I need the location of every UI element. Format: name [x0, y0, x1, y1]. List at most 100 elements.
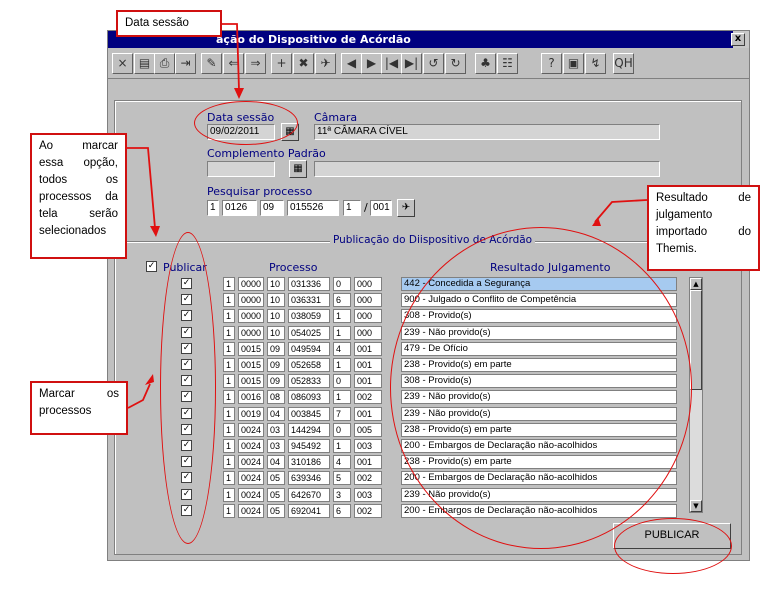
- processo-cell[interactable]: 08: [267, 390, 285, 405]
- processo-cell[interactable]: 0024: [238, 439, 264, 453]
- toolbar-button-11[interactable]: ◀: [341, 53, 362, 74]
- toolbar-button-3[interactable]: ⎙: [154, 53, 175, 74]
- toolbar-button-15[interactable]: ↺: [423, 53, 444, 74]
- processo-cell[interactable]: 1: [223, 293, 235, 308]
- processo-cell[interactable]: 4: [333, 341, 351, 356]
- processo-cell[interactable]: 1: [223, 422, 235, 437]
- processo-cell[interactable]: 639346: [288, 471, 330, 486]
- toolbar-button-17[interactable]: ♣: [475, 53, 496, 74]
- toolbar-button-9[interactable]: ✖: [293, 53, 314, 74]
- processo-cell[interactable]: 09: [267, 341, 285, 356]
- processo-cell[interactable]: 1: [223, 439, 235, 453]
- pesquisar-button[interactable]: ✈: [397, 199, 415, 217]
- processo-cell[interactable]: 000: [354, 277, 382, 291]
- close-button[interactable]: x: [731, 33, 745, 46]
- toolbar-button-7[interactable]: ⇒: [245, 53, 266, 74]
- processo-cell[interactable]: 5: [333, 471, 351, 486]
- processo-cell[interactable]: 005: [354, 422, 382, 437]
- processo-cell[interactable]: 031336: [288, 277, 330, 291]
- processo-cell[interactable]: 0: [333, 374, 351, 389]
- processo-cell[interactable]: 086093: [288, 390, 330, 405]
- processo-cell[interactable]: 1: [223, 487, 235, 502]
- processo-cell[interactable]: 0015: [238, 341, 264, 356]
- processo-cell[interactable]: 09: [267, 374, 285, 389]
- toolbar-button-6[interactable]: ⇐: [223, 53, 244, 74]
- processo-cell[interactable]: 1: [333, 325, 351, 340]
- toolbar-button-5[interactable]: ✎: [201, 53, 222, 74]
- processo-cell[interactable]: 1: [333, 390, 351, 405]
- pesq-field-6[interactable]: 001: [370, 200, 392, 216]
- processo-cell[interactable]: 1: [333, 309, 351, 324]
- processo-cell[interactable]: 7: [333, 406, 351, 421]
- processo-cell[interactable]: 1: [223, 390, 235, 405]
- processo-cell[interactable]: 642670: [288, 487, 330, 502]
- processo-cell[interactable]: 10: [267, 325, 285, 340]
- processo-cell[interactable]: 10: [267, 309, 285, 324]
- processo-cell[interactable]: 0024: [238, 471, 264, 486]
- complemento-lookup-button[interactable]: ▦: [289, 160, 307, 178]
- processo-cell[interactable]: 0015: [238, 358, 264, 372]
- processo-cell[interactable]: 001: [354, 455, 382, 470]
- toolbar-button-19[interactable]: ?: [541, 53, 562, 74]
- processo-cell[interactable]: 001: [354, 341, 382, 356]
- processo-cell[interactable]: 002: [354, 390, 382, 405]
- pesq-field-2[interactable]: 0126: [222, 200, 257, 216]
- processo-cell[interactable]: 05: [267, 487, 285, 502]
- processo-cell[interactable]: 003: [354, 439, 382, 453]
- processo-cell[interactable]: 0000: [238, 309, 264, 324]
- processo-cell[interactable]: 052833: [288, 374, 330, 389]
- toolbar-button-20[interactable]: ▣: [563, 53, 584, 74]
- processo-cell[interactable]: 1: [333, 439, 351, 453]
- toolbar-button-8[interactable]: +: [271, 53, 292, 74]
- processo-cell[interactable]: 054025: [288, 325, 330, 340]
- processo-cell[interactable]: 0015: [238, 374, 264, 389]
- processo-cell[interactable]: 03: [267, 439, 285, 453]
- processo-cell[interactable]: 1: [333, 358, 351, 372]
- toolbar-button-16[interactable]: ↻: [445, 53, 466, 74]
- processo-cell[interactable]: 1: [223, 374, 235, 389]
- processo-cell[interactable]: 003845: [288, 406, 330, 421]
- processo-cell[interactable]: 0: [333, 277, 351, 291]
- toolbar-button-22[interactable]: QH: [613, 53, 634, 74]
- toolbar-button-18[interactable]: ☷: [497, 53, 518, 74]
- processo-cell[interactable]: 000: [354, 325, 382, 340]
- processo-cell[interactable]: 945492: [288, 439, 330, 453]
- processo-cell[interactable]: 6: [333, 293, 351, 308]
- processo-cell[interactable]: 0000: [238, 293, 264, 308]
- processo-cell[interactable]: 09: [267, 358, 285, 372]
- processo-cell[interactable]: 0000: [238, 325, 264, 340]
- toolbar-button-21[interactable]: ↯: [585, 53, 606, 74]
- pesq-field-4[interactable]: 015526: [287, 200, 339, 216]
- processo-cell[interactable]: 144294: [288, 422, 330, 437]
- select-all-checkbox[interactable]: ✓: [146, 261, 157, 272]
- pesq-field-1[interactable]: 1: [207, 200, 219, 216]
- processo-cell[interactable]: 1: [223, 406, 235, 421]
- processo-cell[interactable]: 692041: [288, 503, 330, 518]
- processo-cell[interactable]: 0019: [238, 406, 264, 421]
- processo-cell[interactable]: 1: [223, 358, 235, 372]
- processo-cell[interactable]: 04: [267, 455, 285, 470]
- processo-cell[interactable]: 1: [223, 309, 235, 324]
- processo-cell[interactable]: 05: [267, 503, 285, 518]
- toolbar-button-14[interactable]: ▶|: [401, 53, 422, 74]
- processo-cell[interactable]: 1: [223, 455, 235, 470]
- processo-cell[interactable]: 001: [354, 406, 382, 421]
- processo-cell[interactable]: 310186: [288, 455, 330, 470]
- toolbar-button-13[interactable]: |◀: [381, 53, 402, 74]
- processo-cell[interactable]: 001: [354, 374, 382, 389]
- processo-cell[interactable]: 10: [267, 293, 285, 308]
- processo-cell[interactable]: 0024: [238, 422, 264, 437]
- processo-cell[interactable]: 0000: [238, 277, 264, 291]
- camara-field[interactable]: 11ª CÂMARA CÍVEL: [314, 124, 660, 140]
- processo-cell[interactable]: 1: [223, 341, 235, 356]
- toolbar-button-10[interactable]: ✈: [315, 53, 336, 74]
- processo-cell[interactable]: 0024: [238, 487, 264, 502]
- processo-cell[interactable]: 052658: [288, 358, 330, 372]
- processo-cell[interactable]: 04: [267, 406, 285, 421]
- processo-cell[interactable]: 4: [333, 455, 351, 470]
- processo-cell[interactable]: 038059: [288, 309, 330, 324]
- scroll-thumb[interactable]: [690, 290, 702, 390]
- processo-cell[interactable]: 1: [223, 503, 235, 518]
- processo-cell[interactable]: 05: [267, 471, 285, 486]
- complemento-desc-field[interactable]: [314, 161, 660, 177]
